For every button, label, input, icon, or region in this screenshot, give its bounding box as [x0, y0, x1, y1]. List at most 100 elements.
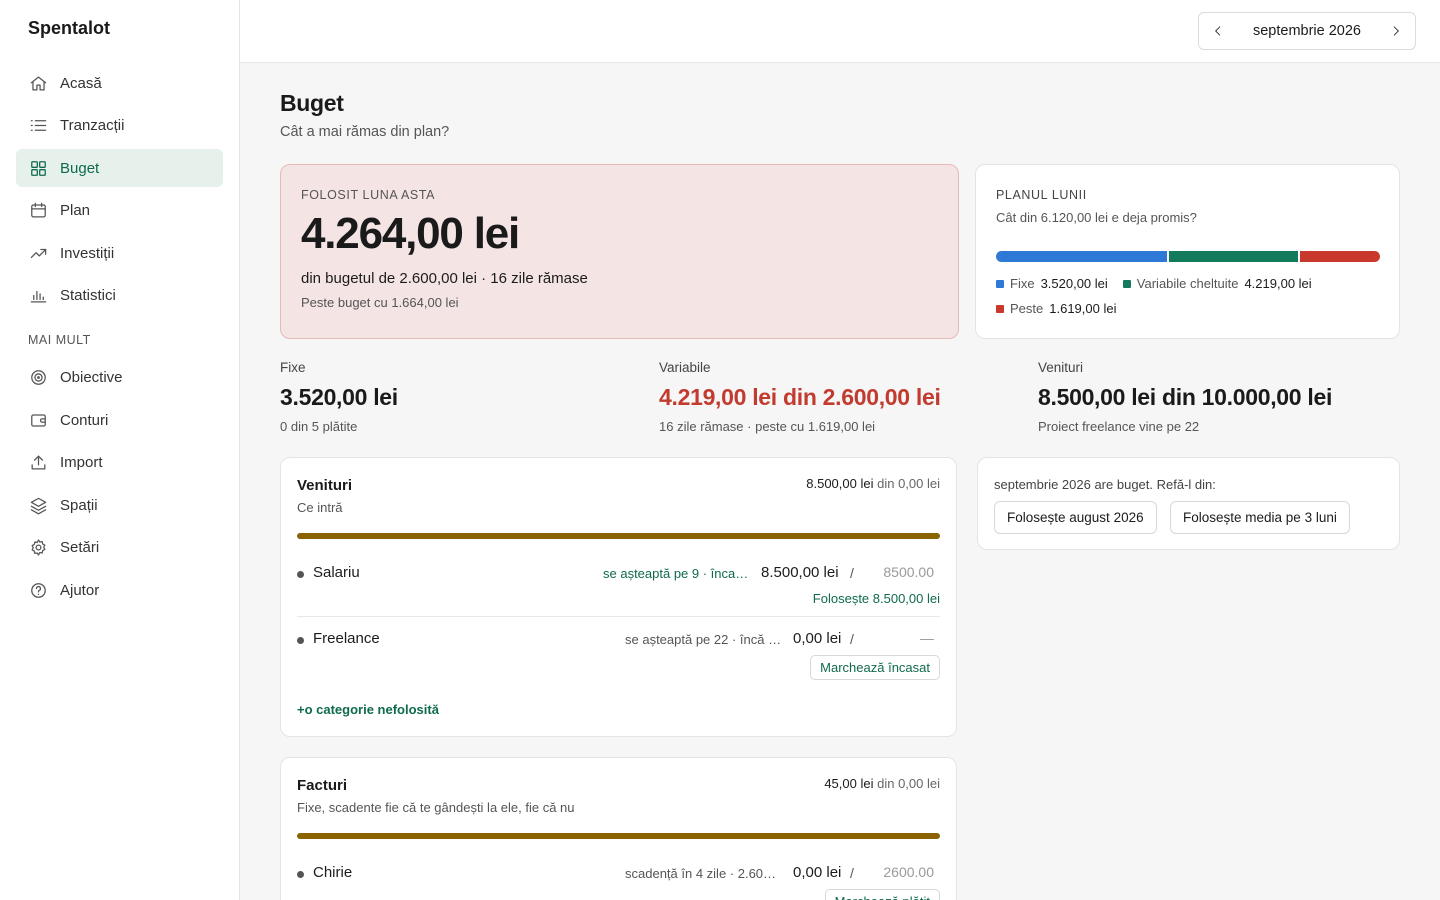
mark-received-button[interactable]: Marchează încasat — [810, 655, 940, 680]
budget-row-freelance: Freelance se așteaptă pe 22 · încă neînc… — [297, 630, 940, 650]
stat-label: Variabile — [659, 360, 711, 375]
row-amount: 0,00 lei — [793, 864, 842, 881]
legend-variable: Variabile cheltuite 4.219,00 lei — [1122, 276, 1312, 291]
plan-legend-row-1: Fixe 3.520,00 lei Variabile cheltuite 4.… — [996, 276, 1327, 291]
stat-note: 0 din 5 plătite — [280, 419, 358, 434]
legend-over: Peste 1.619,00 lei — [996, 301, 1116, 316]
calendar-icon — [28, 201, 48, 221]
row-plan-input[interactable] — [860, 864, 940, 880]
mark-paid-button[interactable]: Marchează plătit — [824, 889, 940, 900]
sidebar-item-ajutor[interactable]: Ajutor — [16, 571, 223, 609]
legend-swatch-over — [996, 304, 1004, 313]
list-icon — [28, 116, 48, 136]
month-plan-card: PLANUL LUNII Cât din 6.120,00 lei e deja… — [975, 164, 1400, 339]
category-description: Fixe, scadente fie că te gândești la ele… — [297, 800, 575, 815]
plan-bar-over — [1300, 251, 1380, 262]
row-separator: / — [850, 631, 854, 647]
stat-variable: Variabile 4.219,00 lei din 2.600,00 lei … — [659, 360, 941, 434]
stat-label: Fixe — [280, 360, 306, 375]
wallet-icon — [28, 410, 48, 430]
used-budget-line: din bugetul de 2.600,00 lei · 16 zile ră… — [301, 270, 588, 287]
sidebar-item-import[interactable]: Import — [16, 444, 223, 482]
plan-label: PLANUL LUNII — [996, 188, 1087, 202]
legend-swatch-fixed — [996, 279, 1004, 288]
sidebar-item-statistici[interactable]: Statistici — [16, 277, 223, 315]
legend-fixed: Fixe 3.520,00 lei — [996, 276, 1108, 291]
legend-value: 1.619,00 lei — [1049, 301, 1117, 316]
home-icon — [28, 73, 48, 93]
legend-value: 4.219,00 lei — [1244, 276, 1312, 291]
month-picker: septembrie 2026 — [1198, 12, 1416, 50]
sidebar-item-spatii[interactable]: Spații — [16, 486, 223, 524]
sidebar-item-label: Ajutor — [60, 581, 100, 599]
sidebar-item-acasa[interactable]: Acasă — [16, 64, 223, 102]
plan-subtitle: Cât din 6.120,00 lei e deja promis? — [996, 210, 1197, 225]
category-total-of: din 0,00 lei — [877, 776, 940, 791]
month-label[interactable]: septembrie 2026 — [1253, 23, 1361, 39]
top-bar: septembrie 2026 — [240, 0, 1440, 63]
legend-value: 3.520,00 lei — [1040, 276, 1108, 291]
plan-bar-fixed — [996, 251, 1167, 262]
trending-up-icon — [28, 243, 48, 263]
budget-row-chirie: Chirie scadență în 4 zile · 2.600,00 lei… — [297, 864, 940, 884]
category-total-amount: 45,00 lei — [824, 776, 874, 791]
sidebar-item-buget[interactable]: Buget — [16, 149, 223, 187]
row-separator: / — [850, 565, 854, 581]
sidebar-item-setari[interactable]: Setări — [16, 529, 223, 567]
sidebar-item-obiective[interactable]: Obiective — [16, 359, 223, 397]
upload-icon — [28, 453, 48, 473]
category-total-of: din 0,00 lei — [877, 476, 940, 491]
category-title: Venituri — [297, 477, 353, 494]
used-over-budget-line: Peste buget cu 1.664,00 lei — [301, 295, 459, 310]
row-amount: 8.500,00 lei — [761, 564, 839, 581]
bills-category-card: Facturi Fixe, scadente fie că te gândeșt… — [280, 757, 957, 900]
main-nav: Acasă Tranzacții Buget Plan Investiții S… — [16, 64, 223, 614]
plan-bar-variable — [1169, 251, 1299, 262]
stat-note: 16 zile rămase · peste cu 1.619,00 lei — [659, 419, 876, 434]
help-icon — [28, 580, 48, 600]
budget-row-salariu: Salariu se așteaptă pe 9 · încasat 8.500… — [297, 564, 940, 584]
sidebar-item-investitii[interactable]: Investiții — [16, 234, 223, 272]
legend-swatch-variable — [1122, 279, 1131, 288]
category-total: 45,00 lei din 0,00 lei — [824, 776, 940, 791]
target-icon — [28, 368, 48, 388]
row-status: se așteaptă pe 22 · încă neîncasat — [625, 632, 783, 647]
add-unused-category-link[interactable]: +o categorie nefolosită — [297, 702, 439, 717]
row-name: Freelance — [313, 630, 380, 647]
row-name: Salariu — [313, 564, 360, 581]
chevron-left-icon[interactable] — [1209, 22, 1227, 40]
sidebar-item-label: Plan — [60, 202, 91, 219]
chevron-right-icon[interactable] — [1387, 22, 1405, 40]
stat-note: Proiect freelance vine pe 22 — [1038, 419, 1200, 434]
redo-budget-text: septembrie 2026 are buget. Refă-l din: — [994, 477, 1216, 492]
sidebar-item-label: Buget — [60, 159, 100, 177]
sidebar-item-label: Tranzacții — [60, 117, 125, 134]
plan-stacked-bar — [996, 251, 1380, 262]
legend-label: Variabile cheltuite — [1136, 276, 1239, 291]
row-plan-input[interactable] — [860, 564, 940, 580]
use-august-button[interactable]: Folosește august 2026 — [994, 501, 1157, 534]
use-amount-link[interactable]: Folosește 8.500,00 lei — [813, 591, 940, 606]
sidebar-item-plan[interactable]: Plan — [16, 192, 223, 230]
row-status: se așteaptă pe 9 · încasat — [603, 566, 751, 581]
row-bullet — [297, 871, 304, 878]
use-3-month-average-button[interactable]: Folosește media pe 3 luni — [1170, 501, 1350, 534]
page-title: Buget — [280, 90, 344, 116]
category-progress-bar — [297, 533, 940, 539]
sidebar-section-title: MAI MULT — [28, 332, 91, 347]
grid-icon — [28, 158, 48, 178]
redo-budget-card: septembrie 2026 are buget. Refă-l din: F… — [977, 457, 1400, 550]
income-category-card: Venituri Ce intră 8.500,00 lei din 0,00 … — [280, 457, 957, 737]
legend-label: Fixe — [1010, 276, 1035, 291]
row-amount: 0,00 lei — [793, 630, 842, 647]
row-plan-input[interactable] — [860, 630, 940, 646]
sidebar-item-conturi[interactable]: Conturi — [16, 401, 223, 439]
stat-fixed: Fixe 3.520,00 lei 0 din 5 plătite — [280, 360, 398, 434]
sidebar-item-tranzactii[interactable]: Tranzacții — [16, 107, 223, 145]
used-amount: 4.264,00 lei — [301, 209, 520, 258]
used-this-month-card: FOLOSIT LUNA ASTA 4.264,00 lei din buget… — [280, 164, 959, 339]
sidebar-item-label: Investiții — [60, 244, 115, 262]
app-logo[interactable]: Spentalot — [28, 18, 110, 39]
sidebar-item-label: Import — [60, 454, 103, 471]
sidebar-item-label: Acasă — [60, 74, 102, 92]
